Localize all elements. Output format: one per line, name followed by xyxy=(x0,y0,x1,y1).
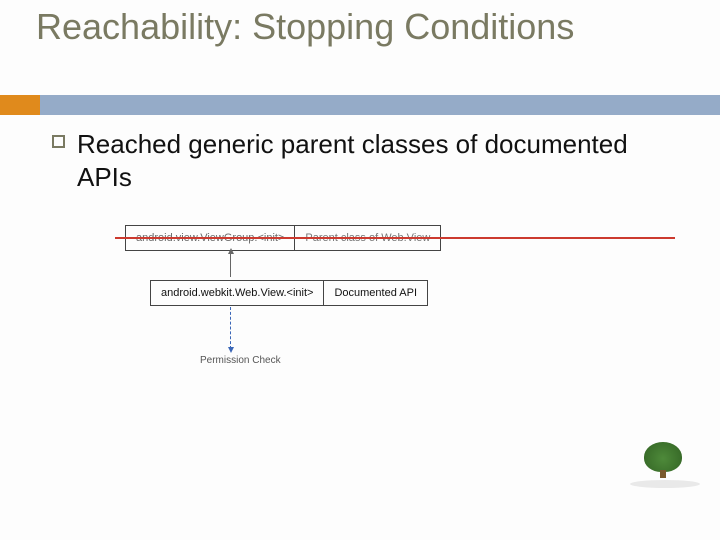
arrow-up-icon xyxy=(230,253,231,277)
slide: Reachability: Stopping Conditions Reache… xyxy=(0,0,720,540)
diagram: android.view.ViewGroup.<init> Parent cla… xyxy=(80,225,650,395)
permission-check-label: Permission Check xyxy=(200,355,281,366)
strike-through-line xyxy=(115,237,675,239)
tree-crown xyxy=(644,442,682,472)
child-api-box: android.webkit.Web.View.<init> xyxy=(150,280,324,306)
bullet-text: Reached generic parent classes of docume… xyxy=(77,128,637,193)
arrow-down-dashed-icon xyxy=(230,307,231,349)
underline-accent-orange xyxy=(0,95,40,115)
slide-title: Reachability: Stopping Conditions xyxy=(36,6,574,47)
bullet-item: Reached generic parent classes of docume… xyxy=(52,128,637,193)
tree-icon xyxy=(640,438,686,478)
parent-row: android.view.ViewGroup.<init> Parent cla… xyxy=(125,225,441,251)
bullet-marker-icon xyxy=(52,135,65,148)
underline-accent-blue xyxy=(40,95,720,115)
title-underline xyxy=(0,95,720,115)
child-row: android.webkit.Web.View.<init> Documente… xyxy=(150,280,428,306)
tree-shadow xyxy=(630,480,700,488)
child-label-box: Documented API xyxy=(324,280,428,306)
tree-trunk xyxy=(660,470,666,478)
